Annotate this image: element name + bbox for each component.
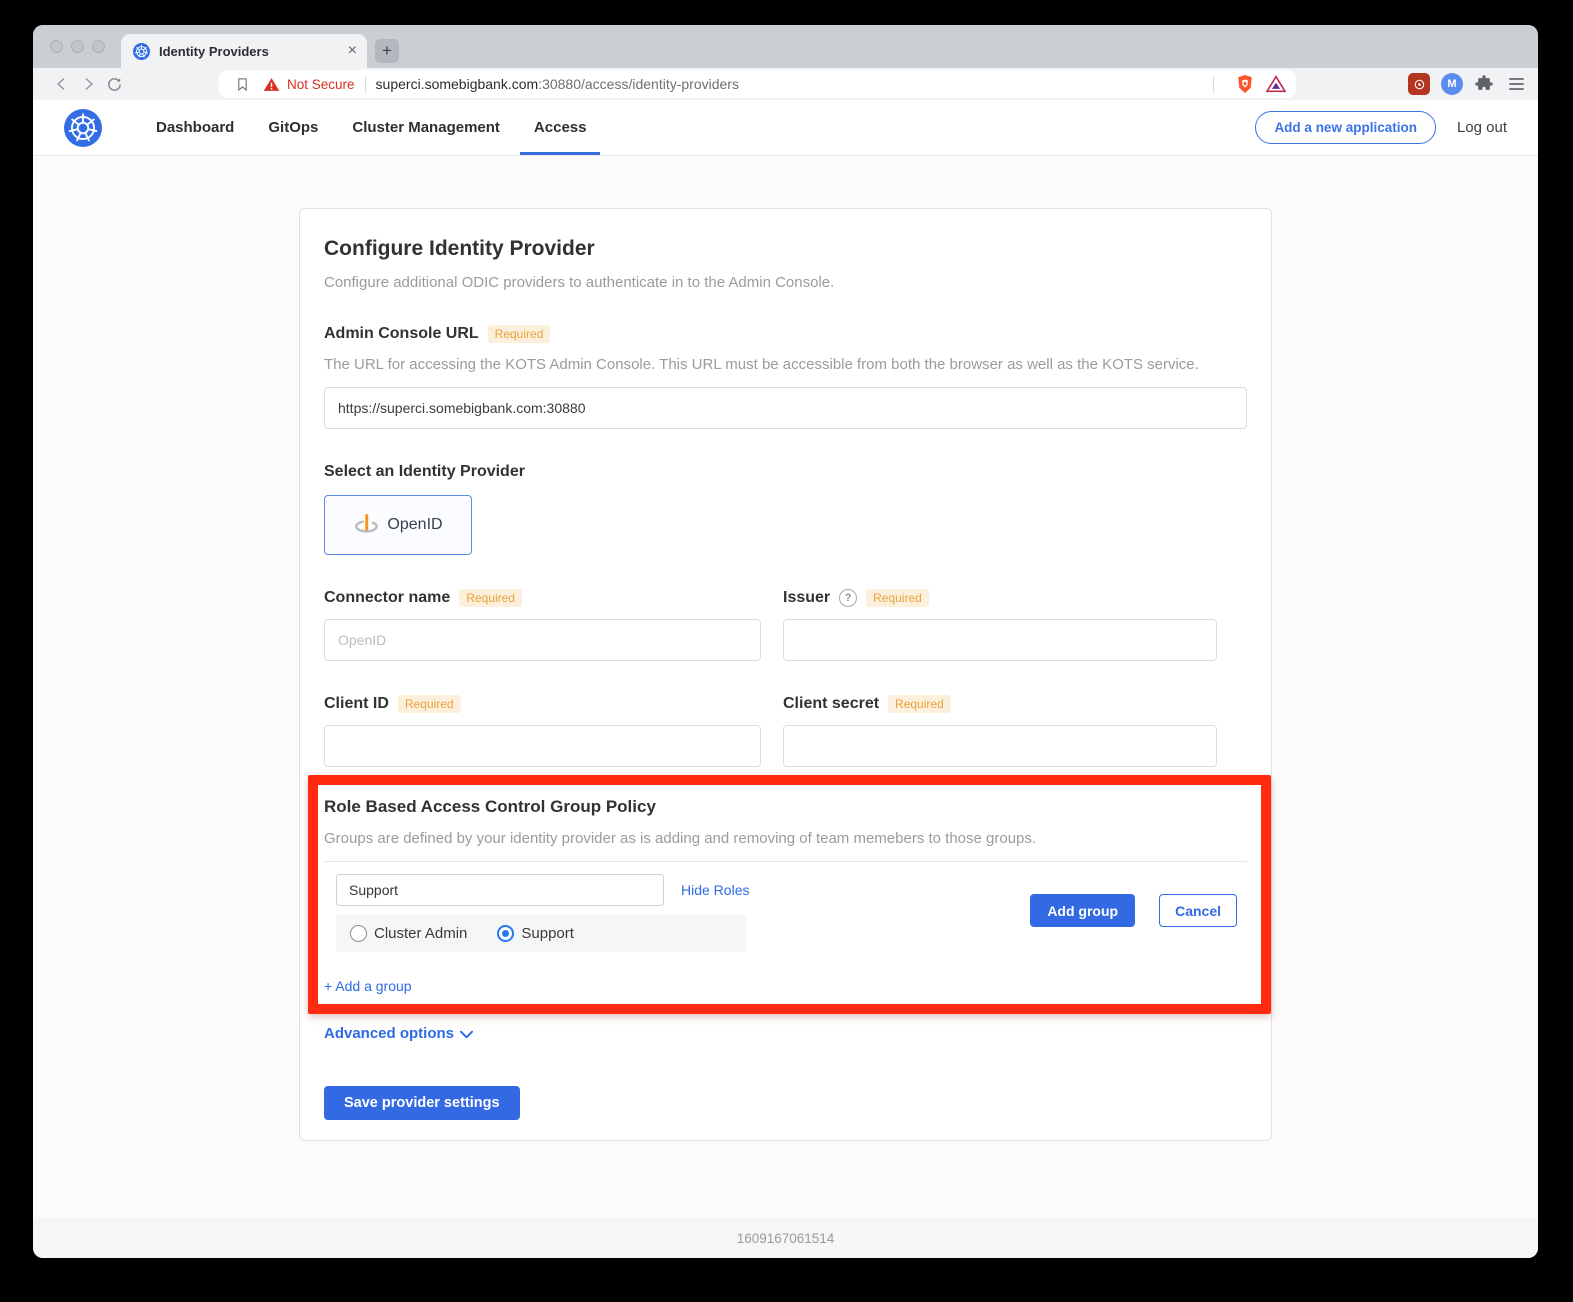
rbac-heading: Role Based Access Control Group Policy xyxy=(324,795,1247,819)
address-bar[interactable]: Not Secure superci.somebigbank.com:30880… xyxy=(219,70,1296,98)
nav-item-dashboard[interactable]: Dashboard xyxy=(139,100,251,155)
bookmark-icon[interactable] xyxy=(229,71,255,97)
shield-divider xyxy=(1213,76,1214,93)
save-provider-settings-button[interactable]: Save provider settings xyxy=(324,1086,520,1120)
issuer-label: Issuer xyxy=(783,587,830,609)
reload-icon[interactable] xyxy=(101,71,127,97)
kubernetes-favicon xyxy=(133,43,150,60)
role-label: Support xyxy=(521,925,574,942)
new-tab-button[interactable]: + xyxy=(375,39,399,63)
admin-console-url-input[interactable] xyxy=(324,387,1247,429)
window-controls xyxy=(33,40,121,53)
required-badge: Required xyxy=(398,695,461,713)
rbac-subtitle: Groups are defined by your identity prov… xyxy=(324,829,1247,849)
browser-window: Identity Providers × + xyxy=(33,25,1538,1258)
role-radio-support[interactable]: Support xyxy=(497,925,574,942)
connector-name-label: Connector name xyxy=(324,587,450,609)
client-secret-label: Client secret xyxy=(783,693,879,715)
admin-console-url-help: The URL for accessing the KOTS Admin Con… xyxy=(324,355,1247,375)
footer-timestamp: 1609167061514 xyxy=(737,1231,835,1246)
url-path: :30880/access/identity-providers xyxy=(538,76,739,92)
url-host: superci.somebigbank.com xyxy=(376,76,539,92)
page-body: Configure Identity Provider Configure ad… xyxy=(33,156,1538,1218)
logout-link[interactable]: Log out xyxy=(1457,119,1507,136)
group-editor-actions: Add group Cancel xyxy=(1030,894,1237,927)
openid-provider-card[interactable]: OpenID xyxy=(324,495,472,555)
admin-console-url-label: Admin Console URL xyxy=(324,323,479,345)
address-divider xyxy=(365,76,366,93)
required-badge: Required xyxy=(866,589,929,607)
kubernetes-logo[interactable] xyxy=(64,109,102,147)
advanced-options-label: Advanced options xyxy=(324,1024,454,1044)
app-header: Dashboard GitOps Cluster Management Acce… xyxy=(33,100,1538,156)
url-text[interactable]: superci.somebigbank.com:30880/access/ide… xyxy=(376,76,739,92)
advanced-options-toggle[interactable]: Advanced options xyxy=(324,1024,1247,1044)
configure-identity-provider-card: Configure Identity Provider Configure ad… xyxy=(299,208,1272,1141)
menu-icon[interactable] xyxy=(1509,78,1524,90)
back-icon[interactable] xyxy=(49,71,75,97)
screenshot-background: Identity Providers × + xyxy=(0,0,1573,1302)
role-radio-cluster-admin[interactable]: Cluster Admin xyxy=(350,925,467,942)
openid-provider-label: OpenID xyxy=(387,516,442,534)
select-provider-heading: Select an Identity Provider xyxy=(324,461,1247,483)
radio-circle-icon xyxy=(497,925,514,942)
brave-shield-icon[interactable] xyxy=(1236,74,1254,94)
add-application-button[interactable]: Add a new application xyxy=(1255,111,1436,144)
m-extension-icon[interactable]: M xyxy=(1441,73,1463,95)
not-secure-label: Not Secure xyxy=(287,77,355,92)
browser-tab-bar: Identity Providers × + xyxy=(33,25,1538,68)
zoom-window-button[interactable] xyxy=(92,40,105,53)
nav-item-gitops[interactable]: GitOps xyxy=(251,100,335,155)
close-window-button[interactable] xyxy=(50,40,63,53)
address-bar-right xyxy=(1203,74,1286,94)
browser-tab[interactable]: Identity Providers × xyxy=(121,34,367,68)
page-subtitle: Configure additional ODIC providers to a… xyxy=(324,273,1247,293)
connector-name-field: Connector name Required xyxy=(324,587,761,661)
required-badge: Required xyxy=(888,695,951,713)
puzzle-extensions-icon[interactable] xyxy=(1474,74,1494,94)
chevron-down-icon xyxy=(460,1030,473,1039)
required-badge: Required xyxy=(488,325,551,343)
rbac-section: Role Based Access Control Group Policy G… xyxy=(324,795,1247,996)
tab-close-icon[interactable]: × xyxy=(348,43,357,59)
add-a-group-link[interactable]: + Add a group xyxy=(324,976,412,996)
add-group-button[interactable]: Add group xyxy=(1030,894,1135,927)
client-id-input[interactable] xyxy=(324,725,761,767)
bat-triangle-icon[interactable] xyxy=(1266,75,1286,93)
nav-item-access[interactable]: Access xyxy=(517,100,604,155)
red-extension-icon[interactable] xyxy=(1408,73,1430,95)
page-title: Configure Identity Provider xyxy=(324,237,1247,261)
required-badge: Required xyxy=(459,589,522,607)
client-secret-input[interactable] xyxy=(783,725,1217,767)
page-footer: 1609167061514 xyxy=(33,1218,1538,1258)
issuer-field: Issuer ? Required xyxy=(783,587,1217,661)
client-id-field: Client ID Required xyxy=(324,693,761,767)
client-secret-field: Client secret Required xyxy=(783,693,1217,767)
header-right: Add a new application Log out xyxy=(1255,111,1507,144)
roles-radio-panel: Cluster Admin Support xyxy=(336,914,746,952)
group-name-input[interactable] xyxy=(336,874,664,906)
cancel-button[interactable]: Cancel xyxy=(1159,894,1237,927)
warning-triangle-icon xyxy=(263,76,280,93)
radio-circle-icon xyxy=(350,925,367,942)
provider-fields-grid: Connector name Required Issuer ? Require… xyxy=(324,587,1247,767)
connector-name-input[interactable] xyxy=(324,619,761,661)
issuer-input[interactable] xyxy=(783,619,1217,661)
minimize-window-button[interactable] xyxy=(71,40,84,53)
tab-title: Identity Providers xyxy=(159,44,339,59)
forward-icon[interactable] xyxy=(75,71,101,97)
role-label: Cluster Admin xyxy=(374,925,467,942)
nav-item-cluster-management[interactable]: Cluster Management xyxy=(335,100,517,155)
extensions-bar: M xyxy=(1408,73,1524,95)
client-id-label: Client ID xyxy=(324,693,389,715)
hide-roles-link[interactable]: Hide Roles xyxy=(681,882,749,898)
openid-logo-icon xyxy=(353,512,379,538)
browser-toolbar: Not Secure superci.somebigbank.com:30880… xyxy=(33,68,1538,100)
help-icon[interactable]: ? xyxy=(839,589,857,607)
group-editor: Hide Roles Cluster Admin Support xyxy=(336,862,1247,952)
main-nav: Dashboard GitOps Cluster Management Acce… xyxy=(139,100,603,155)
